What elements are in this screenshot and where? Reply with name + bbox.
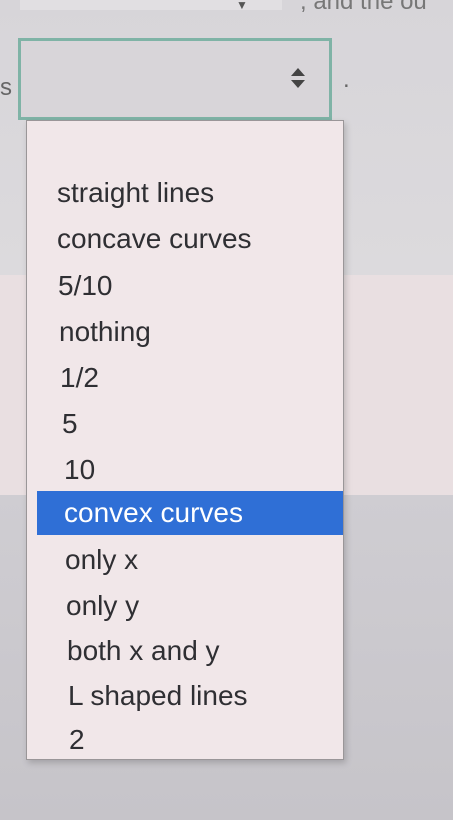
option-l-shaped-lines[interactable]: L shaped lines [27,674,343,718]
select-options-list[interactable]: straight lines concave curves 5/10 nothi… [26,120,344,760]
answer-select[interactable] [18,38,332,120]
option-2[interactable]: 2 [27,718,343,762]
sentence-period: . [343,66,350,93]
previous-row-text: , and the ou [300,0,427,15]
option-10[interactable]: 10 [27,448,343,492]
question-text-fragment: s [0,74,12,101]
option-only-y[interactable]: only y [27,584,343,628]
option-straight-lines[interactable]: straight lines [27,171,343,215]
option-blank[interactable] [27,125,343,169]
option-concave-curves[interactable]: concave curves [27,217,343,261]
up-down-chevron-icon [291,68,305,88]
option-5-10[interactable]: 5/10 [27,264,343,308]
option-nothing[interactable]: nothing [27,310,343,354]
option-5[interactable]: 5 [27,402,343,446]
option-1-2[interactable]: 1/2 [27,356,343,400]
option-both-x-and-y[interactable]: both x and y [27,629,343,673]
option-only-x[interactable]: only x [27,538,343,582]
option-convex-curves[interactable]: convex curves [37,491,343,535]
chevron-down-icon: ▼ [236,0,248,12]
